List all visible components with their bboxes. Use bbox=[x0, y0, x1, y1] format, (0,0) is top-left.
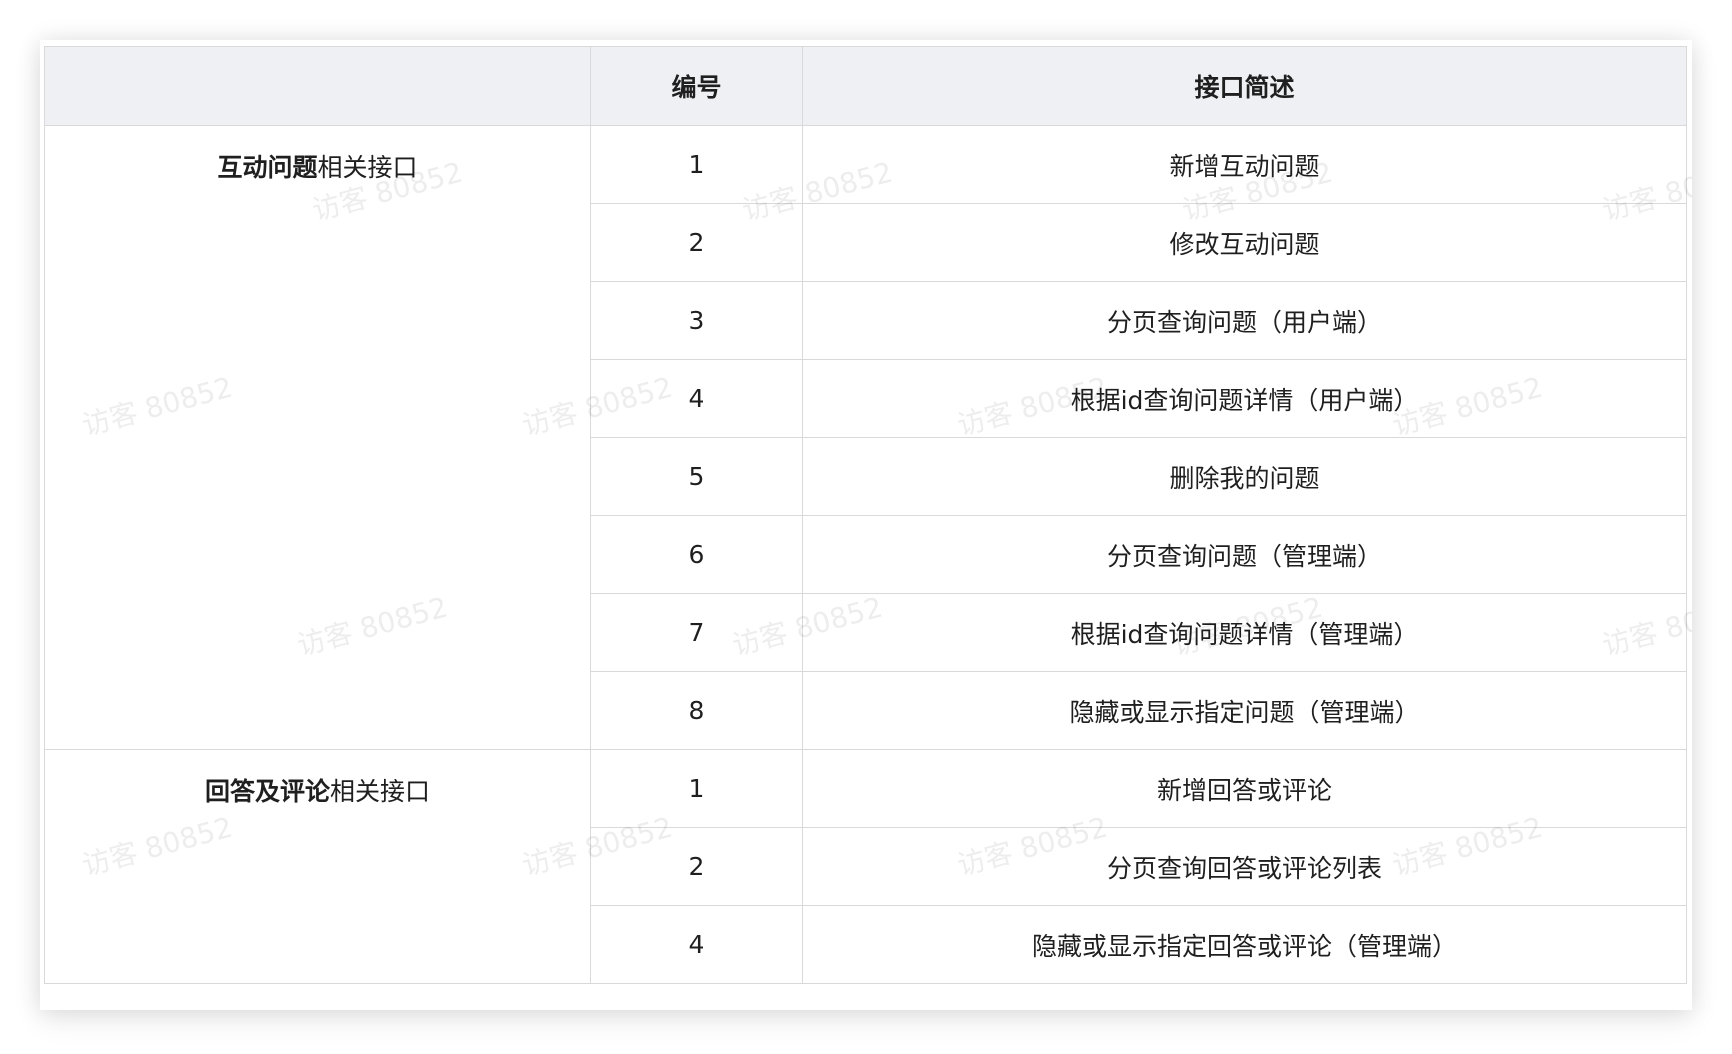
group-title-bold: 互动问题 bbox=[217, 153, 318, 182]
row-number: 3 bbox=[590, 281, 803, 360]
header-number: 编号 bbox=[590, 46, 803, 126]
group-title-bold: 回答及评论 bbox=[204, 777, 330, 806]
row-description: 根据id查询问题详情（用户端） bbox=[802, 359, 1687, 438]
group-title-rest: 相关接口 bbox=[317, 153, 418, 182]
table-row: 回答及评论相关接口 1 新增回答或评论 bbox=[44, 749, 1687, 984]
row-description: 删除我的问题 bbox=[802, 437, 1687, 516]
group-title-cell: 互动问题相关接口 bbox=[44, 125, 591, 750]
row-description: 分页查询回答或评论列表 bbox=[802, 827, 1687, 906]
row-description: 隐藏或显示指定回答或评论（管理端） bbox=[802, 905, 1687, 984]
row-description: 根据id查询问题详情（管理端） bbox=[802, 593, 1687, 672]
row-description: 修改互动问题 bbox=[802, 203, 1687, 282]
row-number: 8 bbox=[590, 671, 803, 750]
header-row: 编号 接口简述 bbox=[44, 46, 1687, 126]
row-number: 5 bbox=[590, 437, 803, 516]
row-number: 1 bbox=[590, 749, 803, 828]
row-description: 分页查询问题（管理端） bbox=[802, 515, 1687, 594]
row-number: 6 bbox=[590, 515, 803, 594]
row-number: 4 bbox=[590, 905, 803, 984]
row-number: 1 bbox=[590, 125, 803, 204]
row-number: 2 bbox=[590, 827, 803, 906]
row-description: 新增互动问题 bbox=[802, 125, 1687, 204]
header-category bbox=[44, 46, 591, 126]
group-title-rest: 相关接口 bbox=[330, 777, 431, 806]
row-number: 2 bbox=[590, 203, 803, 282]
row-description: 隐藏或显示指定问题（管理端） bbox=[802, 671, 1687, 750]
group-title-cell: 回答及评论相关接口 bbox=[44, 749, 591, 984]
header-description: 接口简述 bbox=[802, 46, 1687, 126]
row-number: 7 bbox=[590, 593, 803, 672]
row-number: 4 bbox=[590, 359, 803, 438]
api-table: 编号 接口简述 互动问题相关接口 1 新增互动问题 2 修改互动问题 3 分页查… bbox=[44, 46, 1687, 984]
row-description: 新增回答或评论 bbox=[802, 749, 1687, 828]
table-row: 互动问题相关接口 1 新增互动问题 bbox=[44, 125, 1687, 750]
row-description: 分页查询问题（用户端） bbox=[802, 281, 1687, 360]
table-card: 编号 接口简述 互动问题相关接口 1 新增互动问题 2 修改互动问题 3 分页查… bbox=[40, 40, 1692, 1010]
